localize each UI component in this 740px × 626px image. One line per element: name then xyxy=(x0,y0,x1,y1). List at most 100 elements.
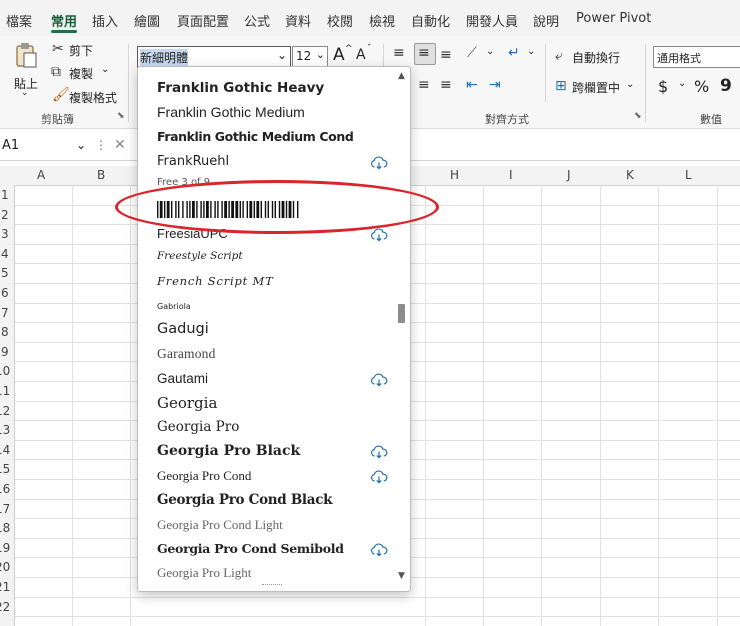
currency-dropdown-icon[interactable]: ⌄ xyxy=(678,78,686,89)
orientation-dropdown-icon[interactable]: ⌄ xyxy=(486,46,494,57)
cut-button[interactable]: 剪下 xyxy=(69,42,93,59)
wrap-text-icon[interactable]: ⤶ xyxy=(555,49,563,63)
row-header[interactable]: 5 xyxy=(1,266,9,280)
row-header[interactable]: 12 xyxy=(0,404,10,418)
tab-review[interactable]: 校閱 xyxy=(327,11,353,30)
resize-grip[interactable] xyxy=(262,584,282,589)
font-list-item[interactable]: Georgia Pro Cond Semibold xyxy=(157,541,344,556)
wrap-arrow-icon[interactable]: ↵ xyxy=(508,46,520,60)
decrease-indent-icon[interactable]: ⇤ xyxy=(466,78,478,92)
cloud-download-icon[interactable] xyxy=(370,470,388,484)
copy-icon[interactable]: ⧉ xyxy=(51,65,61,79)
dialog-launcher-icon[interactable]: ⬊ xyxy=(634,111,642,121)
orientation-icon[interactable]: ⟋ xyxy=(467,46,477,60)
increase-font-size-button[interactable]: A xyxy=(333,45,345,65)
dialog-launcher-icon[interactable]: ⬊ xyxy=(117,111,125,121)
font-list-item[interactable]: Gautami xyxy=(157,371,208,386)
font-list-item[interactable]: Free 3 of 9 xyxy=(157,177,210,186)
row-header[interactable]: 19 xyxy=(0,541,10,555)
merge-center-button[interactable]: 跨欄置中 xyxy=(572,79,620,96)
format-painter-button[interactable]: 複製格式 xyxy=(69,89,117,106)
scroll-down-icon[interactable]: ▼ xyxy=(398,571,405,581)
font-list-item[interactable]: FrankRuehl xyxy=(157,154,229,169)
tab-page-layout[interactable]: 頁面配置 xyxy=(177,11,229,30)
font-list-item[interactable]: Freestyle Script xyxy=(157,250,243,262)
row-header[interactable]: 22 xyxy=(0,600,10,614)
tab-help[interactable]: 說明 xyxy=(533,11,559,30)
dropdown-scrollbar[interactable]: ▲ ▼ xyxy=(395,67,409,591)
merge-center-icon[interactable]: ⊞ xyxy=(555,79,567,93)
format-painter-icon[interactable]: 🖌 xyxy=(52,88,70,102)
name-box[interactable]: A1 ⌄ xyxy=(0,135,90,157)
tab-draw[interactable]: 繪圖 xyxy=(134,11,160,30)
row-header[interactable]: 21 xyxy=(0,580,10,594)
chevron-down-icon[interactable]: ⌄ xyxy=(76,138,86,152)
row-header[interactable]: 2 xyxy=(1,208,9,222)
scissors-icon[interactable]: ✂ xyxy=(52,42,64,56)
column-header[interactable]: L xyxy=(685,168,692,182)
wrap-text-button[interactable]: 自動換行 xyxy=(572,49,620,66)
row-header[interactable]: 13 xyxy=(0,423,10,437)
cloud-download-icon[interactable] xyxy=(370,228,388,242)
column-header[interactable]: J xyxy=(567,168,571,182)
cloud-download-icon[interactable] xyxy=(370,373,388,387)
scroll-up-icon[interactable]: ▲ xyxy=(398,71,405,81)
tab-view[interactable]: 檢視 xyxy=(369,11,395,30)
row-header[interactable]: 18 xyxy=(0,521,10,535)
font-size-combobox[interactable]: 12 ⌄ xyxy=(292,46,328,68)
font-list-item[interactable]: Franklin Gothic Heavy xyxy=(157,80,324,96)
row-header[interactable]: 10 xyxy=(0,364,10,378)
column-header[interactable]: H xyxy=(450,168,459,182)
row-header[interactable]: 15 xyxy=(0,462,10,476)
copy-button[interactable]: 複製 xyxy=(69,65,93,82)
tab-automate[interactable]: 自動化 xyxy=(411,11,450,30)
font-list-item[interactable]: Gabriola xyxy=(157,302,191,311)
font-list-item[interactable]: Georgia Pro Light xyxy=(157,565,251,581)
align-center-icon[interactable]: ≡ xyxy=(418,78,430,92)
tab-file[interactable]: 檔案 xyxy=(6,11,32,30)
tab-home[interactable]: 常用 xyxy=(51,11,77,30)
column-header[interactable]: K xyxy=(626,168,634,182)
cloud-download-icon[interactable] xyxy=(370,543,388,557)
row-header[interactable]: 11 xyxy=(0,384,10,398)
currency-button[interactable]: $ xyxy=(658,77,668,96)
tab-formulas[interactable]: 公式 xyxy=(244,11,270,30)
font-list-item[interactable]: Gadugi xyxy=(157,321,209,337)
row-header[interactable]: 1 xyxy=(1,188,9,202)
row-header[interactable]: 14 xyxy=(0,443,10,457)
cloud-download-icon[interactable] xyxy=(370,445,388,459)
font-list-item[interactable]: Franklin Gothic Medium Cond xyxy=(157,129,354,144)
row-header[interactable]: 4 xyxy=(1,247,9,261)
row-header[interactable]: 7 xyxy=(1,306,9,320)
align-middle-button[interactable]: ≡ xyxy=(414,43,436,65)
font-list-item[interactable]: Franklin Gothic Medium xyxy=(157,104,305,120)
tab-insert[interactable]: 插入 xyxy=(92,11,118,30)
font-list-item[interactable]: Georgia Pro xyxy=(157,419,239,435)
scrollbar-thumb[interactable] xyxy=(398,304,405,323)
row-header[interactable]: 20 xyxy=(0,560,10,574)
row-header[interactable]: 17 xyxy=(0,502,10,516)
row-header[interactable]: 3 xyxy=(1,227,9,241)
comma-style-button[interactable]: 9 xyxy=(720,76,732,96)
percent-button[interactable]: % xyxy=(694,77,709,96)
cancel-formula-button[interactable]: ✕ xyxy=(114,137,126,153)
column-header[interactable]: B xyxy=(97,168,105,182)
row-header[interactable]: 9 xyxy=(1,345,9,359)
tab-developer[interactable]: 開發人員 xyxy=(466,11,518,30)
column-header[interactable]: A xyxy=(37,168,45,182)
merge-dropdown-icon[interactable]: ⌄ xyxy=(626,79,634,90)
font-list-item[interactable]: Georgia Pro Cond xyxy=(157,468,251,484)
column-header[interactable]: I xyxy=(509,168,513,182)
align-right-icon[interactable]: ≡ xyxy=(440,78,452,92)
tab-data[interactable]: 資料 xyxy=(285,11,311,30)
increase-indent-icon[interactable]: ⇥ xyxy=(489,78,501,92)
paste-button[interactable]: 貼上 ⌄ xyxy=(12,42,40,102)
font-list-item[interactable]: Garamond xyxy=(157,346,216,362)
dropdown-arrow-icon[interactable]: ⌄ xyxy=(316,48,325,61)
row-header[interactable]: 16 xyxy=(0,482,10,496)
font-list-item[interactable]: Georgia Pro Cond Light xyxy=(157,517,283,533)
font-name-combobox[interactable]: 新細明體 ⌄ xyxy=(137,46,291,68)
font-dropdown-list[interactable]: Franklin Gothic Heavy Franklin Gothic Med… xyxy=(137,66,411,592)
font-list-item[interactable]: Georgia xyxy=(157,394,217,412)
wrap-dropdown-icon[interactable]: ⌄ xyxy=(527,46,535,57)
